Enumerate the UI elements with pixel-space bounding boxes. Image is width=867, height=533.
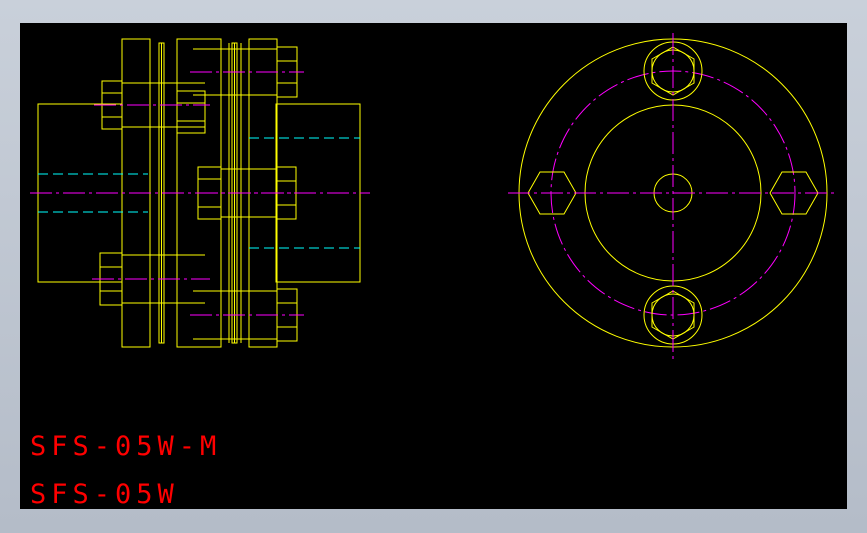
model-label: SFS-05W bbox=[30, 479, 179, 510]
side-view bbox=[30, 38, 370, 348]
model-label-m: SFS-05W-M bbox=[30, 431, 222, 462]
cad-viewport[interactable]: SFS-05W-M SFS-05W bbox=[20, 23, 847, 509]
front-view bbox=[508, 33, 838, 359]
